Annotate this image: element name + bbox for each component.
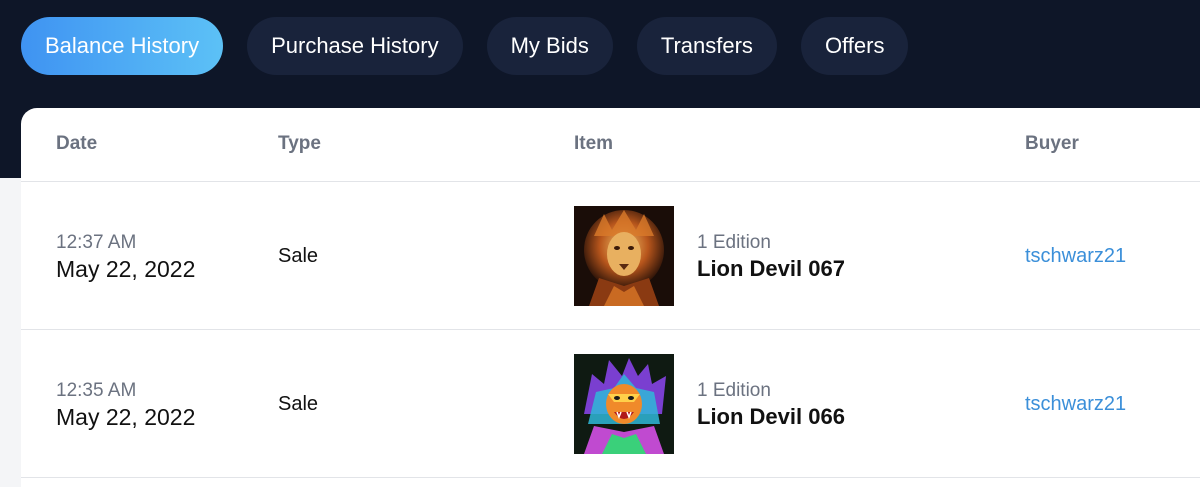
tab-my-bids[interactable]: My Bids (486, 17, 613, 75)
balance-history-table: Date Type Item Buyer 12:37 AM May 22, 20… (21, 108, 1200, 487)
tab-transfers[interactable]: Transfers (636, 17, 777, 75)
table-header: Date Type Item Buyer (21, 108, 1200, 182)
history-tabs: Balance History Purchase History My Bids… (21, 17, 909, 75)
lion-artwork-thumbnail[interactable] (574, 206, 674, 306)
lion-artwork-thumbnail[interactable] (574, 354, 674, 454)
row-type: Sale (278, 393, 319, 415)
item-name[interactable]: Lion Devil 066 (697, 404, 845, 430)
item-edition: 1 Edition (697, 232, 771, 253)
item-edition: 1 Edition (697, 380, 771, 401)
item-name[interactable]: Lion Devil 067 (697, 256, 845, 282)
row-date: May 22, 2022 (56, 404, 196, 430)
tab-balance-history[interactable]: Balance History (21, 17, 224, 75)
buyer-link[interactable]: tschwarz21 (1025, 245, 1126, 268)
table-row: 12:35 AM May 22, 2022 Sale 1 Edition Lio… (21, 330, 1200, 478)
table-row: 12:37 AM May 22, 2022 Sale 1 Edition Lio… (21, 182, 1200, 330)
row-time: 12:35 AM (56, 380, 137, 401)
tab-purchase-history[interactable]: Purchase History (247, 17, 463, 75)
column-header-item: Item (574, 133, 614, 154)
column-header-date: Date (56, 133, 98, 154)
column-header-buyer: Buyer (1025, 133, 1079, 154)
row-type: Sale (278, 245, 319, 267)
row-date: May 22, 2022 (56, 256, 196, 282)
tab-offers[interactable]: Offers (800, 17, 909, 75)
buyer-link[interactable]: tschwarz21 (1025, 393, 1126, 416)
row-time: 12:37 AM (56, 232, 137, 253)
column-header-type: Type (278, 133, 321, 154)
